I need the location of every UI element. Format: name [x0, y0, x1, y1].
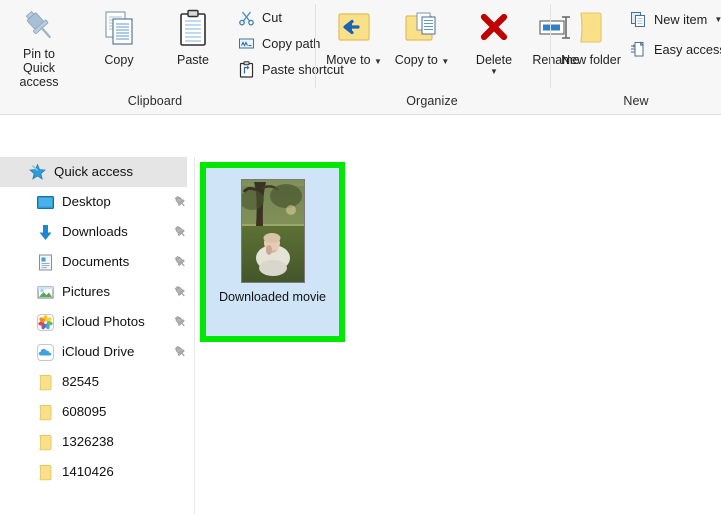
- new-folder-button[interactable]: New folder: [560, 0, 622, 88]
- move-to-text: Move to: [326, 53, 371, 67]
- sidebar-item-82545[interactable]: 82545: [0, 367, 195, 397]
- new-item-button[interactable]: New item ▼: [630, 10, 721, 29]
- pushpin-icon: [19, 5, 59, 45]
- navigation-pane: Quick access Desktop Downloads Documents…: [0, 157, 195, 514]
- file-item-label: Downloaded movie: [218, 290, 327, 304]
- new-item-caret-icon[interactable]: ▼: [714, 15, 721, 24]
- ribbon-group-new: New folder New item ▼ Easy access: [550, 0, 721, 92]
- easy-access-icon: [630, 41, 647, 58]
- easy-access-label: Easy access: [654, 42, 721, 57]
- ribbon-group-clipboard: Pin to Quick access Copy Paste Cut Copy …: [0, 0, 344, 92]
- sidebar-item-label: Quick access: [54, 164, 134, 179]
- sidebar-item-desktop[interactable]: Desktop: [0, 187, 195, 217]
- copy-to-caret-icon[interactable]: ▼: [441, 57, 449, 66]
- group-label-new: New: [623, 94, 649, 108]
- delete-button[interactable]: Delete ▼: [463, 0, 525, 88]
- pin-icon[interactable]: [174, 315, 187, 328]
- sidebar-item-608095[interactable]: 608095: [0, 397, 195, 427]
- folder-icon: [36, 373, 55, 392]
- sidebar-item-icloud-drive[interactable]: iCloud Drive: [0, 337, 195, 367]
- delete-x-icon: [476, 5, 512, 51]
- sidebar-item-icloud-photos[interactable]: iCloud Photos: [0, 307, 195, 337]
- sidebar-item-label: 82545: [62, 374, 99, 389]
- ribbon-toolbar: Pin to Quick access Copy Paste Cut Copy …: [0, 0, 721, 115]
- sidebar-item-documents[interactable]: Documents: [0, 247, 195, 277]
- sidebar-item-label: 1410426: [62, 464, 114, 479]
- file-list-pane[interactable]: Downloaded movie: [195, 157, 721, 514]
- sidebar-item-quick-access[interactable]: Quick access: [0, 157, 187, 187]
- sidebar-item-1326238[interactable]: 1326238: [0, 427, 195, 457]
- icloud-drive-icon: [36, 343, 55, 362]
- pin-icon[interactable]: [174, 255, 187, 268]
- easy-access-button[interactable]: Easy access ▼: [630, 40, 721, 59]
- pin-to-quick-access-label: Pin to Quick access: [19, 47, 59, 89]
- ribbon-group-organize: Move to ▼ Copy to ▼ Delete ▼ Rename: [315, 0, 580, 92]
- sidebar-item-label: iCloud Drive: [62, 344, 135, 359]
- documents-icon: [36, 253, 55, 272]
- copy-to-button[interactable]: Copy to ▼: [391, 0, 453, 88]
- sidebar-item-label: iCloud Photos: [62, 314, 145, 329]
- copy-path-label: Copy path: [262, 36, 321, 51]
- delete-caret-icon[interactable]: ▼: [490, 68, 498, 76]
- folder-icon: [36, 433, 55, 452]
- sidebar-item-label: Documents: [62, 254, 130, 269]
- new-small-commands: New item ▼ Easy access: [630, 0, 721, 59]
- move-to-caret-icon[interactable]: ▼: [374, 57, 382, 66]
- copy-path-icon: [238, 35, 255, 52]
- copy-label: Copy: [104, 53, 134, 67]
- address-bar: › Movie: [0, 115, 721, 264]
- paste-label: Paste: [177, 53, 209, 67]
- sidebar-item-label: 608095: [62, 404, 107, 419]
- sidebar-item-label: 1326238: [62, 434, 114, 449]
- move-to-folder-icon: [334, 5, 374, 51]
- pin-icon[interactable]: [174, 195, 187, 208]
- desktop-icon: [36, 193, 55, 212]
- file-explorer-window: Pin to Quick access Copy Paste Cut Copy …: [0, 0, 721, 514]
- sidebar-item-pictures[interactable]: Pictures: [0, 277, 195, 307]
- pin-icon[interactable]: [174, 285, 187, 298]
- pin-icon[interactable]: [174, 345, 187, 358]
- scissors-icon: [238, 9, 255, 26]
- folder-icon: [36, 463, 55, 482]
- video-thumbnail: [240, 179, 305, 283]
- move-to-label: Move to ▼: [322, 53, 386, 69]
- copy-to-folder-icon: [402, 5, 442, 51]
- new-item-icon: [630, 11, 647, 28]
- copy-pages-icon: [100, 5, 138, 51]
- sidebar-item-label: Downloads: [62, 224, 128, 239]
- group-label-organize: Organize: [406, 94, 458, 108]
- downloads-arrow-icon: [36, 223, 55, 242]
- file-item-downloaded-movie[interactable]: Downloaded movie: [206, 168, 339, 336]
- pin-to-quick-access-button[interactable]: Pin to Quick access: [8, 0, 70, 89]
- new-folder-label: New folder: [561, 53, 621, 67]
- copy-button[interactable]: Copy: [88, 0, 150, 88]
- selection-highlight-annotation: Downloaded movie: [200, 162, 345, 342]
- sidebar-item-downloads[interactable]: Downloads: [0, 217, 195, 247]
- ribbon-group-labels: Clipboard Organize New: [0, 90, 721, 114]
- delete-label: Delete: [475, 53, 513, 67]
- clipboard-icon: [176, 5, 210, 51]
- sidebar-item-1410426[interactable]: 1410426: [0, 457, 195, 487]
- paste-button[interactable]: Paste: [162, 0, 224, 88]
- new-item-label: New item: [654, 12, 708, 27]
- cut-label: Cut: [262, 10, 282, 25]
- quick-access-star-icon: [28, 163, 47, 182]
- new-folder-icon: [573, 5, 609, 51]
- sidebar-item-label: Desktop: [62, 194, 111, 209]
- paste-shortcut-icon: [238, 61, 255, 78]
- group-label-clipboard: Clipboard: [127, 94, 183, 108]
- sidebar-item-label: Pictures: [62, 284, 111, 299]
- pin-icon[interactable]: [174, 225, 187, 238]
- copy-to-label: Copy to ▼: [390, 53, 454, 69]
- icloud-photos-icon: [36, 313, 55, 332]
- move-to-button[interactable]: Move to ▼: [323, 0, 385, 88]
- copy-to-text: Copy to: [394, 53, 438, 67]
- pictures-icon: [36, 283, 55, 302]
- folder-icon: [36, 403, 55, 422]
